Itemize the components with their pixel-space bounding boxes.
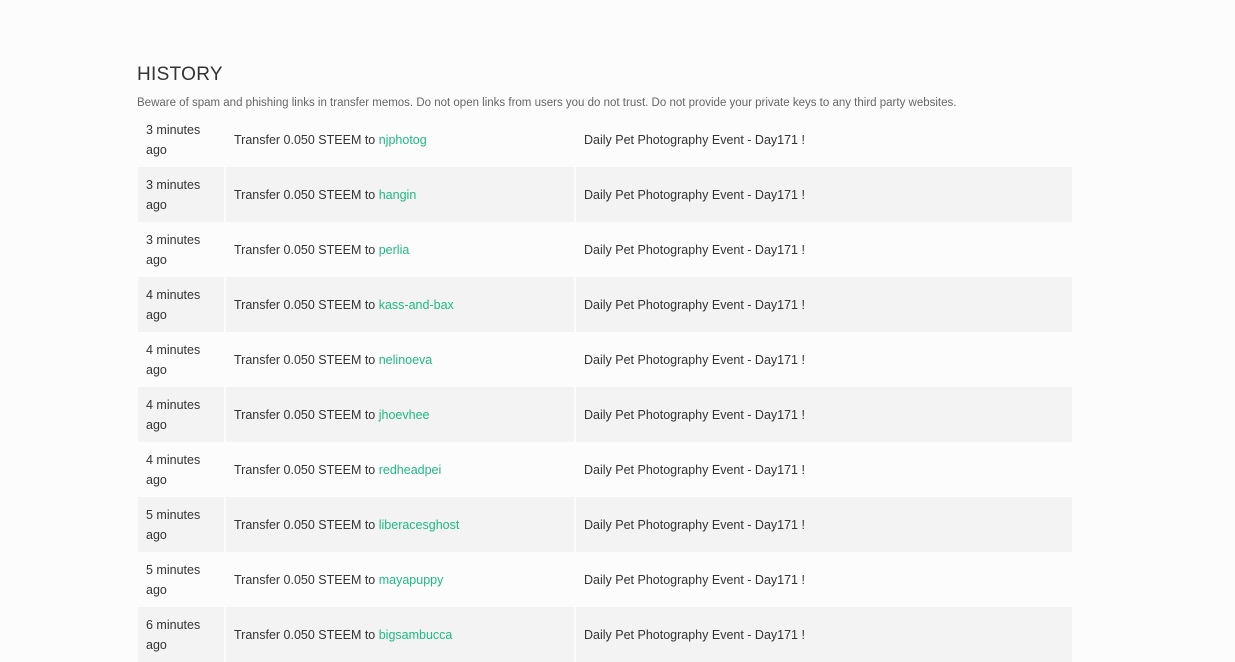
operation-cell: Transfer 0.050 STEEM to nelinoeva xyxy=(226,332,576,387)
operation-cell: Transfer 0.050 STEEM to bigsambucca xyxy=(226,607,576,662)
memo-cell: Daily Pet Photography Event - Day171 ! xyxy=(584,517,805,532)
operation-cell: Transfer 0.050 STEEM to liberacesghost xyxy=(226,497,576,552)
table-row: 5 minutes ago Transfer 0.050 STEEM to li… xyxy=(138,497,1072,552)
table-row: 3 minutes ago Transfer 0.050 STEEM to nj… xyxy=(138,113,1072,167)
recipient-link[interactable]: liberacesghost xyxy=(379,515,460,535)
memo-cell: Daily Pet Photography Event - Day171 ! xyxy=(584,572,805,587)
time-cell: 5 minutes ago xyxy=(138,497,226,552)
time-label: 4 minutes ago xyxy=(146,452,201,487)
page-title: HISTORY xyxy=(137,64,223,85)
operation-text: Transfer 0.050 STEEM to xyxy=(234,297,379,312)
memo-cell: Daily Pet Photography Event - Day171 ! xyxy=(584,407,805,422)
table-row: 3 minutes ago Transfer 0.050 STEEM to pe… xyxy=(138,222,1072,277)
recipient-link[interactable]: jhoevhee xyxy=(379,405,430,425)
operation-cell: Transfer 0.050 STEEM to mayapuppy xyxy=(226,552,576,607)
operation-text: Transfer 0.050 STEEM to xyxy=(234,352,379,367)
time-label: 4 minutes ago xyxy=(146,397,201,432)
recipient-link[interactable]: redheadpei xyxy=(379,460,442,480)
operation-cell: Transfer 0.050 STEEM to kass-and-bax xyxy=(226,277,576,332)
operation-text: Transfer 0.050 STEEM to xyxy=(234,627,379,642)
time-label: 3 minutes ago xyxy=(146,177,201,212)
phishing-warning: Beware of spam and phishing links in tra… xyxy=(137,97,957,109)
table-row: 3 minutes ago Transfer 0.050 STEEM to ha… xyxy=(138,167,1072,222)
time-cell: 3 minutes ago xyxy=(138,222,226,277)
memo-cell: Daily Pet Photography Event - Day171 ! xyxy=(584,297,805,312)
memo-cell: Daily Pet Photography Event - Day171 ! xyxy=(584,133,805,147)
time-cell: 3 minutes ago xyxy=(138,167,226,222)
memo-cell: Daily Pet Photography Event - Day171 ! xyxy=(584,352,805,367)
time-cell: 3 minutes ago xyxy=(138,113,226,167)
time-cell: 6 minutes ago xyxy=(138,607,226,662)
table-row: 4 minutes ago Transfer 0.050 STEEM to jh… xyxy=(138,387,1072,442)
operation-cell: Transfer 0.050 STEEM to njphotog xyxy=(226,113,576,167)
operation-cell: Transfer 0.050 STEEM to hangin xyxy=(226,167,576,222)
history-table: 3 minutes ago Transfer 0.050 STEEM to nj… xyxy=(138,113,1072,662)
recipient-link[interactable]: bigsambucca xyxy=(379,625,453,645)
time-cell: 4 minutes ago xyxy=(138,387,226,442)
operation-text: Transfer 0.050 STEEM to xyxy=(234,187,379,202)
operation-text: Transfer 0.050 STEEM to xyxy=(234,242,379,257)
time-label: 5 minutes ago xyxy=(146,507,201,542)
time-cell: 4 minutes ago xyxy=(138,332,226,387)
time-label: 4 minutes ago xyxy=(146,287,201,322)
time-label: 3 minutes ago xyxy=(146,232,201,267)
time-label: 4 minutes ago xyxy=(146,342,201,377)
time-label: 6 minutes ago xyxy=(146,617,201,652)
operation-text: Transfer 0.050 STEEM to xyxy=(234,133,379,147)
operation-text: Transfer 0.050 STEEM to xyxy=(234,517,379,532)
memo-cell: Daily Pet Photography Event - Day171 ! xyxy=(584,627,805,642)
recipient-link[interactable]: hangin xyxy=(379,185,417,205)
operation-cell: Transfer 0.050 STEEM to jhoevhee xyxy=(226,387,576,442)
operation-cell: Transfer 0.050 STEEM to perlia xyxy=(226,222,576,277)
time-cell: 4 minutes ago xyxy=(138,442,226,497)
time-label: 3 minutes ago xyxy=(146,123,201,157)
time-label: 5 minutes ago xyxy=(146,562,201,597)
table-row: 4 minutes ago Transfer 0.050 STEEM to ka… xyxy=(138,277,1072,332)
memo-cell: Daily Pet Photography Event - Day171 ! xyxy=(584,462,805,477)
operation-cell: Transfer 0.050 STEEM to redheadpei xyxy=(226,442,576,497)
operation-text: Transfer 0.050 STEEM to xyxy=(234,462,379,477)
recipient-link[interactable]: nelinoeva xyxy=(379,350,433,370)
recipient-link[interactable]: kass-and-bax xyxy=(379,295,454,315)
recipient-link[interactable]: njphotog xyxy=(379,130,427,150)
operation-text: Transfer 0.050 STEEM to xyxy=(234,407,379,422)
memo-cell: Daily Pet Photography Event - Day171 ! xyxy=(584,242,805,257)
time-cell: 5 minutes ago xyxy=(138,552,226,607)
table-row: 4 minutes ago Transfer 0.050 STEEM to re… xyxy=(138,442,1072,497)
recipient-link[interactable]: mayapuppy xyxy=(379,570,444,590)
table-row: 6 minutes ago Transfer 0.050 STEEM to bi… xyxy=(138,607,1072,662)
memo-cell: Daily Pet Photography Event - Day171 ! xyxy=(584,187,805,202)
table-row: 4 minutes ago Transfer 0.050 STEEM to ne… xyxy=(138,332,1072,387)
recipient-link[interactable]: perlia xyxy=(379,240,410,260)
time-cell: 4 minutes ago xyxy=(138,277,226,332)
operation-text: Transfer 0.050 STEEM to xyxy=(234,572,379,587)
table-row: 5 minutes ago Transfer 0.050 STEEM to ma… xyxy=(138,552,1072,607)
